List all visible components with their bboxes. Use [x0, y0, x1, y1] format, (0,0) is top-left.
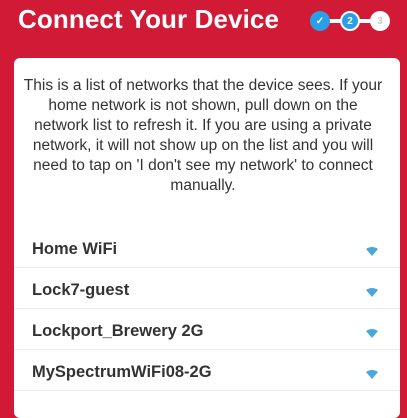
- network-name: MySpectrumWiFi08-2G: [32, 363, 212, 381]
- network-name: Home WiFi: [32, 240, 118, 258]
- network-item-myspectrum[interactable]: MySpectrumWiFi08-2G: [14, 357, 400, 391]
- network-name: Lockport_Brewery 2G: [32, 322, 204, 340]
- wifi-signal-icon: [366, 370, 378, 379]
- header-bar: Connect Your Device ✓ 2 3: [0, 0, 407, 48]
- network-item-lockport-brewery[interactable]: Lockport_Brewery 2G: [14, 316, 400, 350]
- page-title: Connect Your Device: [18, 4, 280, 34]
- network-name: Lock7-guest: [32, 281, 130, 299]
- wifi-signal-icon: [366, 329, 378, 338]
- step-3-pending: 3: [370, 11, 390, 31]
- wifi-signal-icon: [366, 288, 378, 297]
- wifi-signal-icon: [366, 247, 378, 256]
- instructions-text: This is a list of networks that the devi…: [23, 77, 383, 194]
- step-2-current: 2: [340, 11, 360, 31]
- step-1-complete-icon: ✓: [310, 11, 330, 31]
- network-list[interactable]: Home WiFi Lock7-guest Lockport_Brewery 2…: [14, 234, 400, 398]
- network-item-lock7-guest[interactable]: Lock7-guest: [14, 275, 400, 309]
- network-item-home-wifi[interactable]: Home WiFi: [14, 234, 400, 268]
- progress-stepper: ✓ 2 3: [310, 11, 390, 31]
